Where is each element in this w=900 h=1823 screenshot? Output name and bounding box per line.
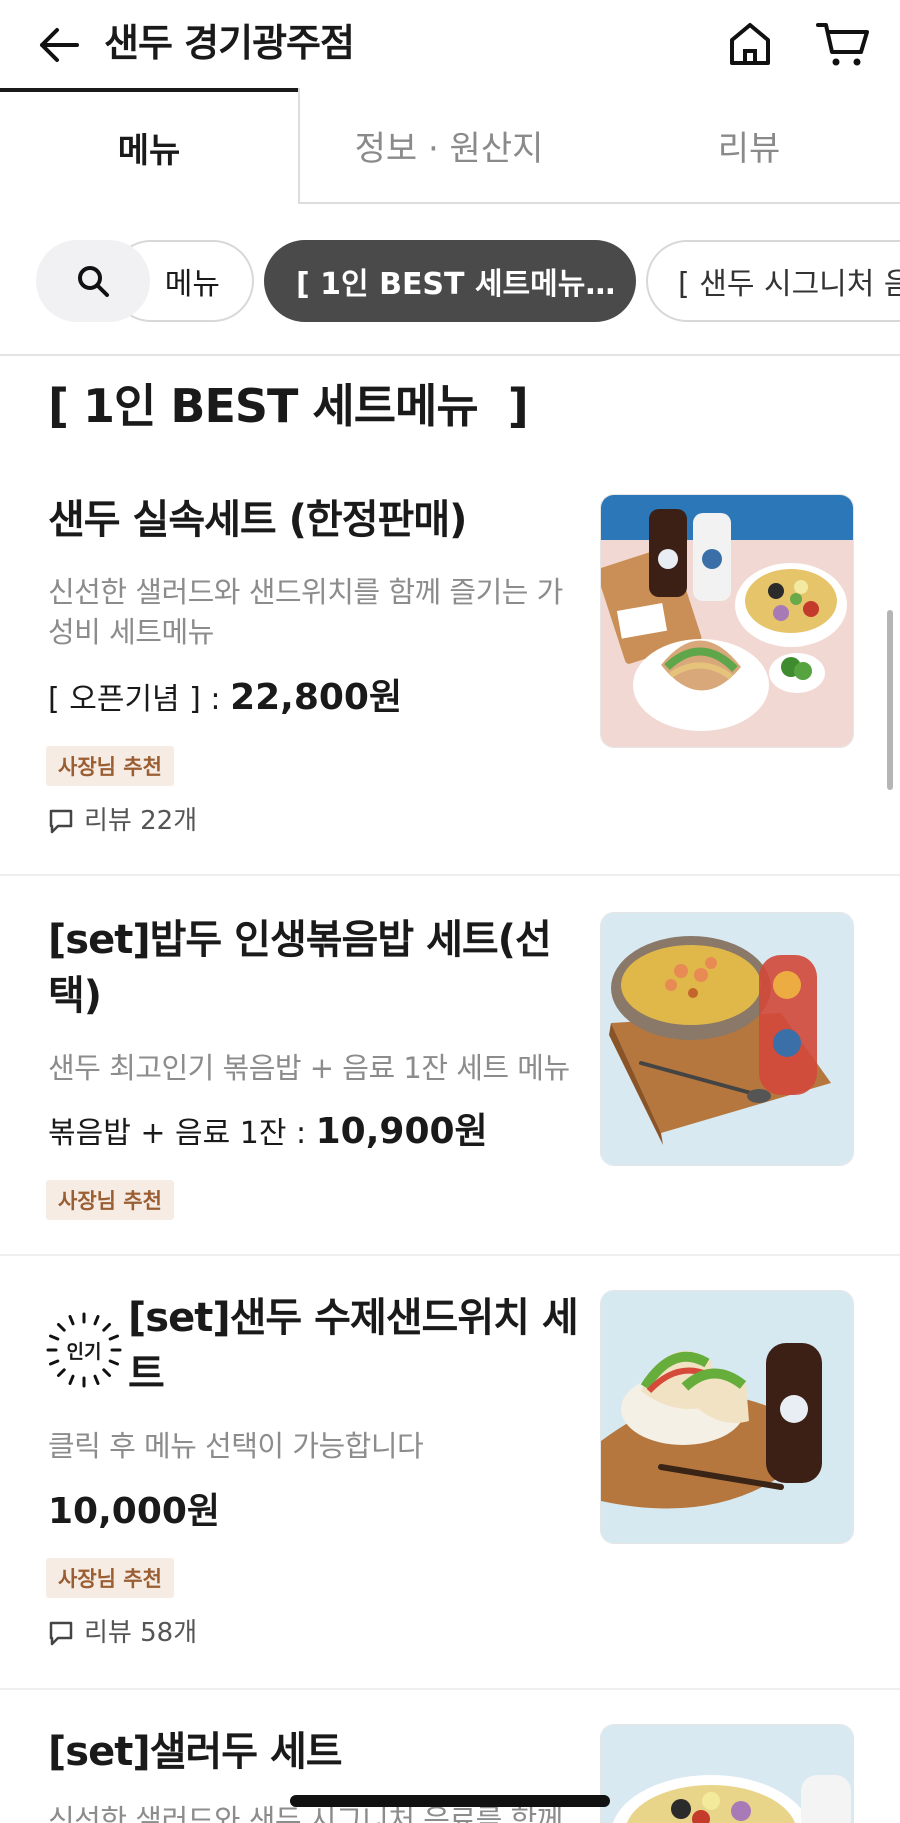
menu-item-photo <box>600 912 854 1166</box>
search-icon <box>78 266 109 297</box>
popular-label: 인기 <box>66 1340 102 1363</box>
tab-review[interactable]: 리뷰 <box>598 88 900 204</box>
divider <box>0 1688 900 1690</box>
price-amount: 22,800원 <box>230 677 403 718</box>
store-title: 샌두 경기광주점 <box>104 21 355 65</box>
price-amount: 10,000원 <box>48 1491 221 1532</box>
comment-icon <box>49 809 73 834</box>
menu-item-photo <box>600 1290 854 1544</box>
home-icon[interactable] <box>724 18 776 70</box>
owner-recommend-badge: 사장님 추천 <box>46 746 174 786</box>
store-tabs: 메뉴 정보 · 원산지 리뷰 <box>0 88 900 204</box>
menu-item-name: 샌두 실속세트 (한정판매) <box>48 497 467 543</box>
menu-item-description: 클릭 후 메뉴 선택이 가능합니다 <box>48 1429 424 1463</box>
divider <box>0 1254 900 1256</box>
tab-info-origin[interactable]: 정보 · 원산지 <box>298 88 598 204</box>
review-count-label: 리뷰 58개 <box>84 1618 198 1648</box>
section-title: [ 1인 BEST 세트메뉴 ] <box>48 379 529 433</box>
home-indicator[interactable] <box>290 1795 610 1807</box>
price-amount: 10,900원 <box>315 1111 488 1152</box>
divider <box>0 354 900 356</box>
review-count: 리뷰 58개 <box>48 1616 197 1650</box>
popular-badge: 인기 <box>44 1310 124 1390</box>
menu-item-name: [set]샐러두 세트 <box>48 1729 343 1775</box>
category-chips: 메뉴 [ 1인 BEST 세트메뉴… [ 샌두 시그니처 음 <box>0 226 900 336</box>
menu-item-name: [set]밥두 인생볶음밥 세트(선택) <box>48 917 552 1019</box>
menu-item-price: 볶음밥 + 음료 1잔 : 10,900원 <box>48 1110 488 1156</box>
category-chip-best-set[interactable]: [ 1인 BEST 세트메뉴… <box>264 240 636 322</box>
menu-item-description: 신선한 샐러드와 샌드위치를 함께 즐기는 가성비 세트메뉴 <box>48 575 563 649</box>
menu-item-name: [set]샌두 수제샌드위치 세트 <box>128 1295 579 1397</box>
owner-recommend-badge: 사장님 추천 <box>46 1180 174 1220</box>
divider <box>0 874 900 876</box>
owner-recommend-badge: 사장님 추천 <box>46 1558 174 1598</box>
back-arrow-icon[interactable] <box>34 20 84 70</box>
menu-item-photo <box>600 1724 854 1823</box>
menu-item-photo <box>600 494 854 748</box>
price-prefix: 볶음밥 + 음료 1잔 : <box>48 1116 316 1151</box>
menu-item-price: 10,000원 <box>48 1490 220 1536</box>
menu-item-description: 샌두 최고인기 볶음밥 + 음료 1잔 세트 메뉴 <box>48 1051 570 1085</box>
tab-menu[interactable]: 메뉴 <box>0 88 298 204</box>
scrollbar[interactable] <box>887 610 893 790</box>
review-count: 리뷰 22개 <box>48 804 197 838</box>
comment-icon <box>49 1621 73 1646</box>
menu-item-price: [ 오픈기념 ] : 22,800원 <box>48 676 402 722</box>
top-bar: 샌두 경기광주점 <box>0 0 900 90</box>
search-button[interactable] <box>36 240 150 322</box>
category-chip-signature[interactable]: [ 샌두 시그니처 음 <box>646 240 900 322</box>
review-count-label: 리뷰 22개 <box>84 806 198 836</box>
price-prefix: [ 오픈기념 ] : <box>48 682 231 717</box>
cart-icon[interactable] <box>815 18 871 70</box>
